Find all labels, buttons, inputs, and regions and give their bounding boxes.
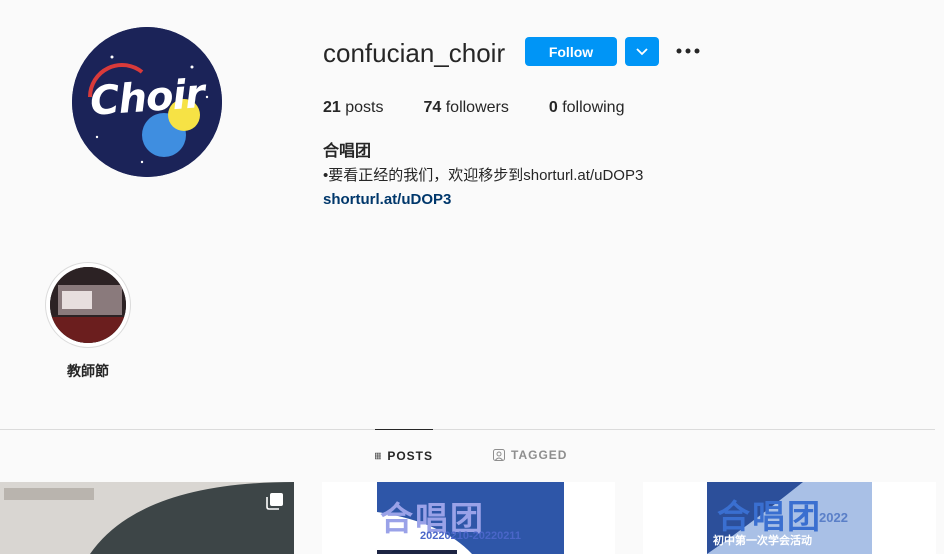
post-thumbnail[interactable]: 合唱团 20220210-20220211 — [322, 482, 615, 554]
highlight-ring — [45, 262, 131, 348]
tag-user-icon — [493, 449, 505, 461]
followers-link[interactable]: 74 followers — [423, 98, 508, 118]
post-image — [0, 482, 294, 554]
follow-button[interactable]: Follow — [525, 37, 617, 66]
post-thumbnail[interactable]: 合唱团 2022 初中第一次学会活动 — [643, 482, 936, 554]
highlight-label: 教師節 — [67, 363, 109, 379]
following-link[interactable]: 0 following — [549, 98, 625, 118]
profile-stats: 21 posts 74 followers 0 following — [323, 98, 664, 118]
multiple-images-icon — [266, 493, 283, 510]
story-highlight[interactable]: 教師節 — [45, 262, 131, 381]
bio-website-link[interactable]: shorturl.at/uDOP3 — [323, 190, 451, 210]
post-subtitle: 20220210-20220211 — [420, 530, 521, 542]
profile-username: confucian_choir — [323, 38, 506, 68]
bio-text: •要看正经的我们，欢迎移步到shorturl.at/uDOP3 — [323, 167, 644, 184]
chevron-down-icon — [636, 47, 648, 55]
post-thumbnail[interactable] — [0, 482, 294, 554]
tab-posts[interactable]: POSTS — [375, 429, 433, 482]
following-count-label: following — [557, 99, 625, 116]
following-count-number: 0 — [548, 99, 558, 116]
profile-tabs-divider — [0, 429, 935, 430]
posts-count: 21 posts — [323, 98, 383, 118]
posts-count-label: posts — [340, 99, 384, 116]
suggested-accounts-dropdown[interactable] — [625, 37, 659, 66]
followers-count-number: 74 — [423, 99, 442, 116]
post-title-year: 2022 — [819, 510, 848, 525]
tab-tagged[interactable]: TAGGED — [493, 429, 567, 481]
posts-count-number: 21 — [323, 99, 341, 116]
profile-avatar[interactable]: Choir — [72, 27, 222, 177]
highlight-cover-image — [50, 267, 126, 343]
grid-icon — [375, 452, 382, 460]
post-subtitle: 初中第一次学会活动 — [713, 535, 812, 547]
more-options-button[interactable] — [673, 38, 703, 64]
avatar-logo-text: Choir — [88, 71, 206, 125]
tab-posts-label: POSTS — [387, 449, 433, 463]
followers-count-label: followers — [441, 99, 509, 116]
more-horizontal-icon — [676, 48, 700, 54]
bio-display-name: 合唱团 — [323, 143, 372, 160]
post-title: 合唱团 — [717, 497, 822, 536]
tab-tagged-label: TAGGED — [511, 448, 568, 462]
